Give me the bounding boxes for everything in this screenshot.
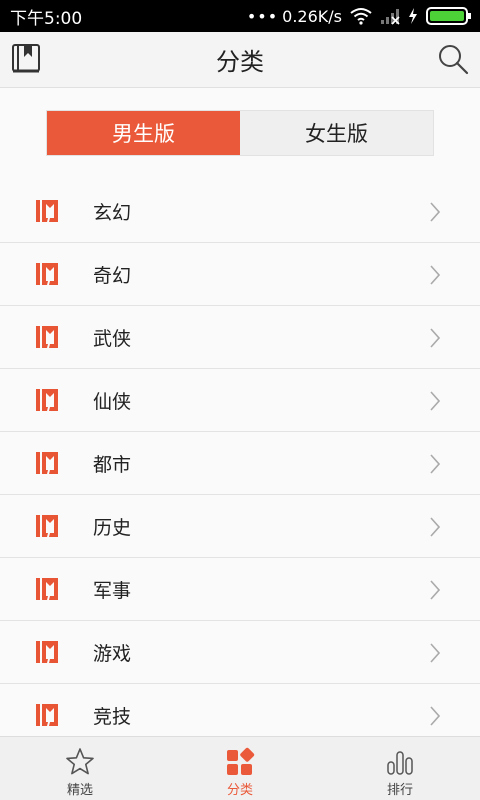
category-label: 奇幻 — [93, 264, 132, 287]
status-indicators: ••• 0.26K/s — [247, 6, 472, 26]
book-icon — [36, 263, 58, 285]
list-item[interactable]: 都市 — [0, 432, 480, 495]
ranking-icon — [387, 751, 413, 775]
category-label: 竞技 — [93, 705, 132, 728]
category-label: 都市 — [93, 453, 132, 476]
chevron-right-icon — [430, 706, 440, 726]
chevron-right-icon — [430, 580, 440, 600]
status-time: 下午5:00 — [10, 8, 83, 29]
page-title: 分类 — [216, 48, 264, 76]
tab-featured[interactable]: 精选 — [0, 737, 160, 800]
chevron-right-icon — [430, 454, 440, 474]
segment-female[interactable]: 女生版 — [240, 111, 433, 155]
list-item[interactable]: 玄幻 — [0, 180, 480, 243]
category-label: 玄幻 — [93, 201, 132, 224]
star-icon — [66, 748, 94, 775]
segment-male[interactable]: 男生版 — [47, 111, 240, 155]
network-speed: ••• 0.26K/s — [247, 7, 342, 26]
segment-male-label: 男生版 — [112, 122, 175, 146]
book-icon — [36, 641, 58, 663]
top-app-bar: 分类 — [0, 32, 480, 88]
tab-category[interactable]: 分类 — [160, 737, 320, 800]
tab-ranking[interactable]: 排行 — [320, 737, 480, 800]
book-icon — [36, 200, 58, 222]
segment-female-label: 女生版 — [305, 122, 368, 146]
book-icon — [36, 578, 58, 600]
book-icon — [36, 515, 58, 537]
dots-icon: ••• — [246, 6, 279, 26]
search-icon[interactable] — [436, 42, 470, 76]
category-label: 游戏 — [93, 642, 132, 665]
category-icon — [227, 747, 255, 775]
chevron-right-icon — [430, 265, 440, 285]
wifi-icon — [350, 8, 372, 25]
list-item[interactable]: 历史 — [0, 495, 480, 558]
network-speed-text: 0.26K/s — [282, 6, 342, 26]
chevron-right-icon — [430, 202, 440, 222]
category-label: 武侠 — [93, 327, 132, 350]
book-icon — [36, 389, 58, 411]
signal-icon — [381, 9, 400, 25]
list-item[interactable]: 武侠 — [0, 306, 480, 369]
list-item[interactable]: 竞技 — [0, 684, 480, 736]
chevron-right-icon — [430, 643, 440, 663]
tab-ranking-label: 排行 — [386, 783, 413, 798]
book-icon — [36, 704, 58, 726]
tab-featured-label: 精选 — [66, 783, 93, 798]
book-icon — [36, 326, 58, 348]
chevron-right-icon — [430, 391, 440, 411]
category-label: 军事 — [93, 579, 132, 602]
bookshelf-icon[interactable] — [10, 42, 44, 76]
chevron-right-icon — [430, 517, 440, 537]
status-bar: 下午5:00 ••• 0.26K/s — [0, 0, 480, 32]
book-icon — [36, 452, 58, 474]
list-item[interactable]: 奇幻 — [0, 243, 480, 306]
category-label: 仙侠 — [93, 390, 132, 413]
gender-segment-control: 男生版 女生版 — [46, 110, 434, 156]
list-item[interactable]: 军事 — [0, 558, 480, 621]
category-label: 历史 — [93, 516, 132, 539]
list-item[interactable]: 仙侠 — [0, 369, 480, 432]
tab-category-label: 分类 — [226, 783, 253, 798]
list-item[interactable]: 游戏 — [0, 621, 480, 684]
bottom-navigation: 精选 分类 排行 — [0, 736, 480, 800]
category-list: 玄幻 奇幻 武侠 仙侠 都市 历史 军事 游戏 竞技 — [0, 180, 480, 736]
chevron-right-icon — [430, 328, 440, 348]
battery-icon — [426, 7, 471, 25]
charging-icon — [409, 8, 417, 24]
